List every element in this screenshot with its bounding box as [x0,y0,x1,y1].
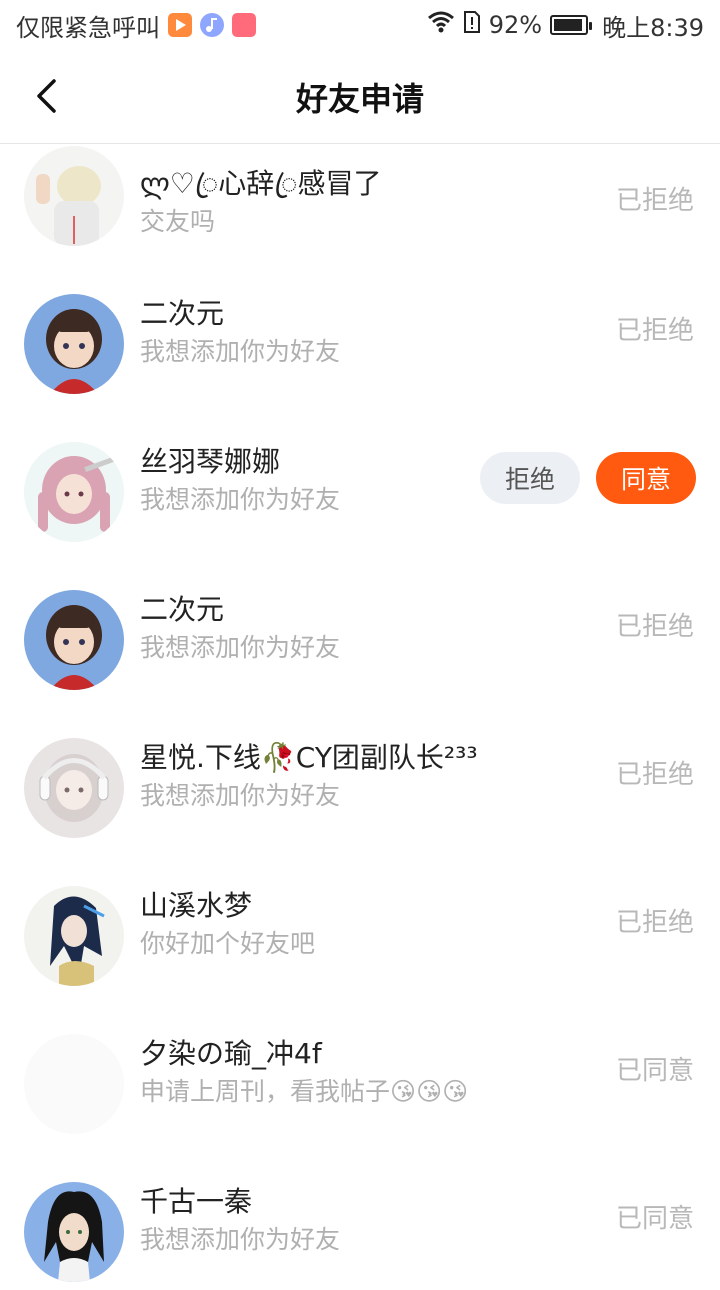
friend-request-list: ლ♡ꦿ心辞ꦿ感冒了 交友吗 已拒绝 二次元 我想添加你为好友 已拒绝 丝羽琴娜娜… [0,144,720,1290]
requester-name: 夕染の瑜_冲4f [140,1037,322,1070]
avatar[interactable] [24,146,124,246]
list-item[interactable]: 二次元 我想添加你为好友 已拒绝 [0,254,720,402]
status-label: 已拒绝 [615,612,694,642]
music-app-icon [200,13,224,37]
avatar[interactable] [24,294,124,394]
list-item[interactable]: 山溪水梦 你好加个好友吧 已拒绝 [0,846,720,994]
request-message: 交友吗 [140,207,216,236]
request-message: 你好加个好友吧 [140,929,316,958]
list-item[interactable]: 二次元 我想添加你为好友 已拒绝 [0,550,720,698]
status-label: 已拒绝 [615,316,694,346]
list-item[interactable]: 千古一秦 我想添加你为好友 已同意 [0,1142,720,1290]
requester-name: 山溪水梦 [140,889,253,922]
request-message: 我想添加你为好友 [140,1225,341,1254]
request-message: 申请上周刊，看我帖子😘😘😘 [140,1077,469,1106]
video-app-icon [168,13,192,37]
status-label: 已拒绝 [615,760,694,790]
status-bar: 仅限紧急呼叫 92% 晚上8:39 [0,0,720,50]
agree-button[interactable]: 同意 [596,452,696,504]
sim-alert-icon [463,10,481,40]
avatar[interactable] [24,886,124,986]
requester-name: 星悦.下线🥀CY团副队长²³³ [140,741,478,774]
requester-name: 丝羽琴娜娜 [140,445,281,478]
request-message: 我想添加你为好友 [140,633,341,662]
list-item[interactable]: 丝羽琴娜娜 我想添加你为好友 拒绝 同意 [0,402,720,550]
status-label: 已同意 [615,1204,694,1234]
request-message: 我想添加你为好友 [140,337,341,366]
status-label: 已同意 [615,1056,694,1086]
status-right: 92% 晚上8:39 [427,8,704,43]
battery-icon [550,15,593,35]
requester-name: 千古一秦 [140,1185,253,1218]
avatar[interactable] [24,738,124,838]
battery-percent: 92% [488,11,543,39]
back-button[interactable] [24,74,68,118]
reject-button[interactable]: 拒绝 [480,452,580,504]
carrier-text: 仅限紧急呼叫 [16,13,160,42]
avatar[interactable] [24,1034,124,1134]
clock: 晚上8:39 [602,13,704,42]
chevron-left-icon [37,79,56,113]
status-left: 仅限紧急呼叫 [16,8,256,43]
request-message: 我想添加你为好友 [140,485,341,514]
list-item[interactable]: 星悦.下线🥀CY团副队长²³³ 我想添加你为好友 已拒绝 [0,698,720,846]
avatar[interactable] [24,590,124,690]
list-item[interactable]: ლ♡ꦿ心辞ꦿ感冒了 交友吗 已拒绝 [0,144,720,254]
status-label: 已拒绝 [615,186,694,216]
header: 好友申请 [0,50,720,144]
requester-name: 二次元 [140,297,225,330]
requester-name: 二次元 [140,593,225,626]
wifi-icon [427,11,455,39]
shop-app-icon [232,13,256,37]
list-item[interactable]: 夕染の瑜_冲4f 申请上周刊，看我帖子😘😘😘 已同意 [0,994,720,1142]
request-message: 我想添加你为好友 [140,781,341,810]
avatar[interactable] [24,442,124,542]
status-label: 已拒绝 [615,908,694,938]
avatar[interactable] [24,1182,124,1282]
page-title: 好友申请 [295,79,424,118]
